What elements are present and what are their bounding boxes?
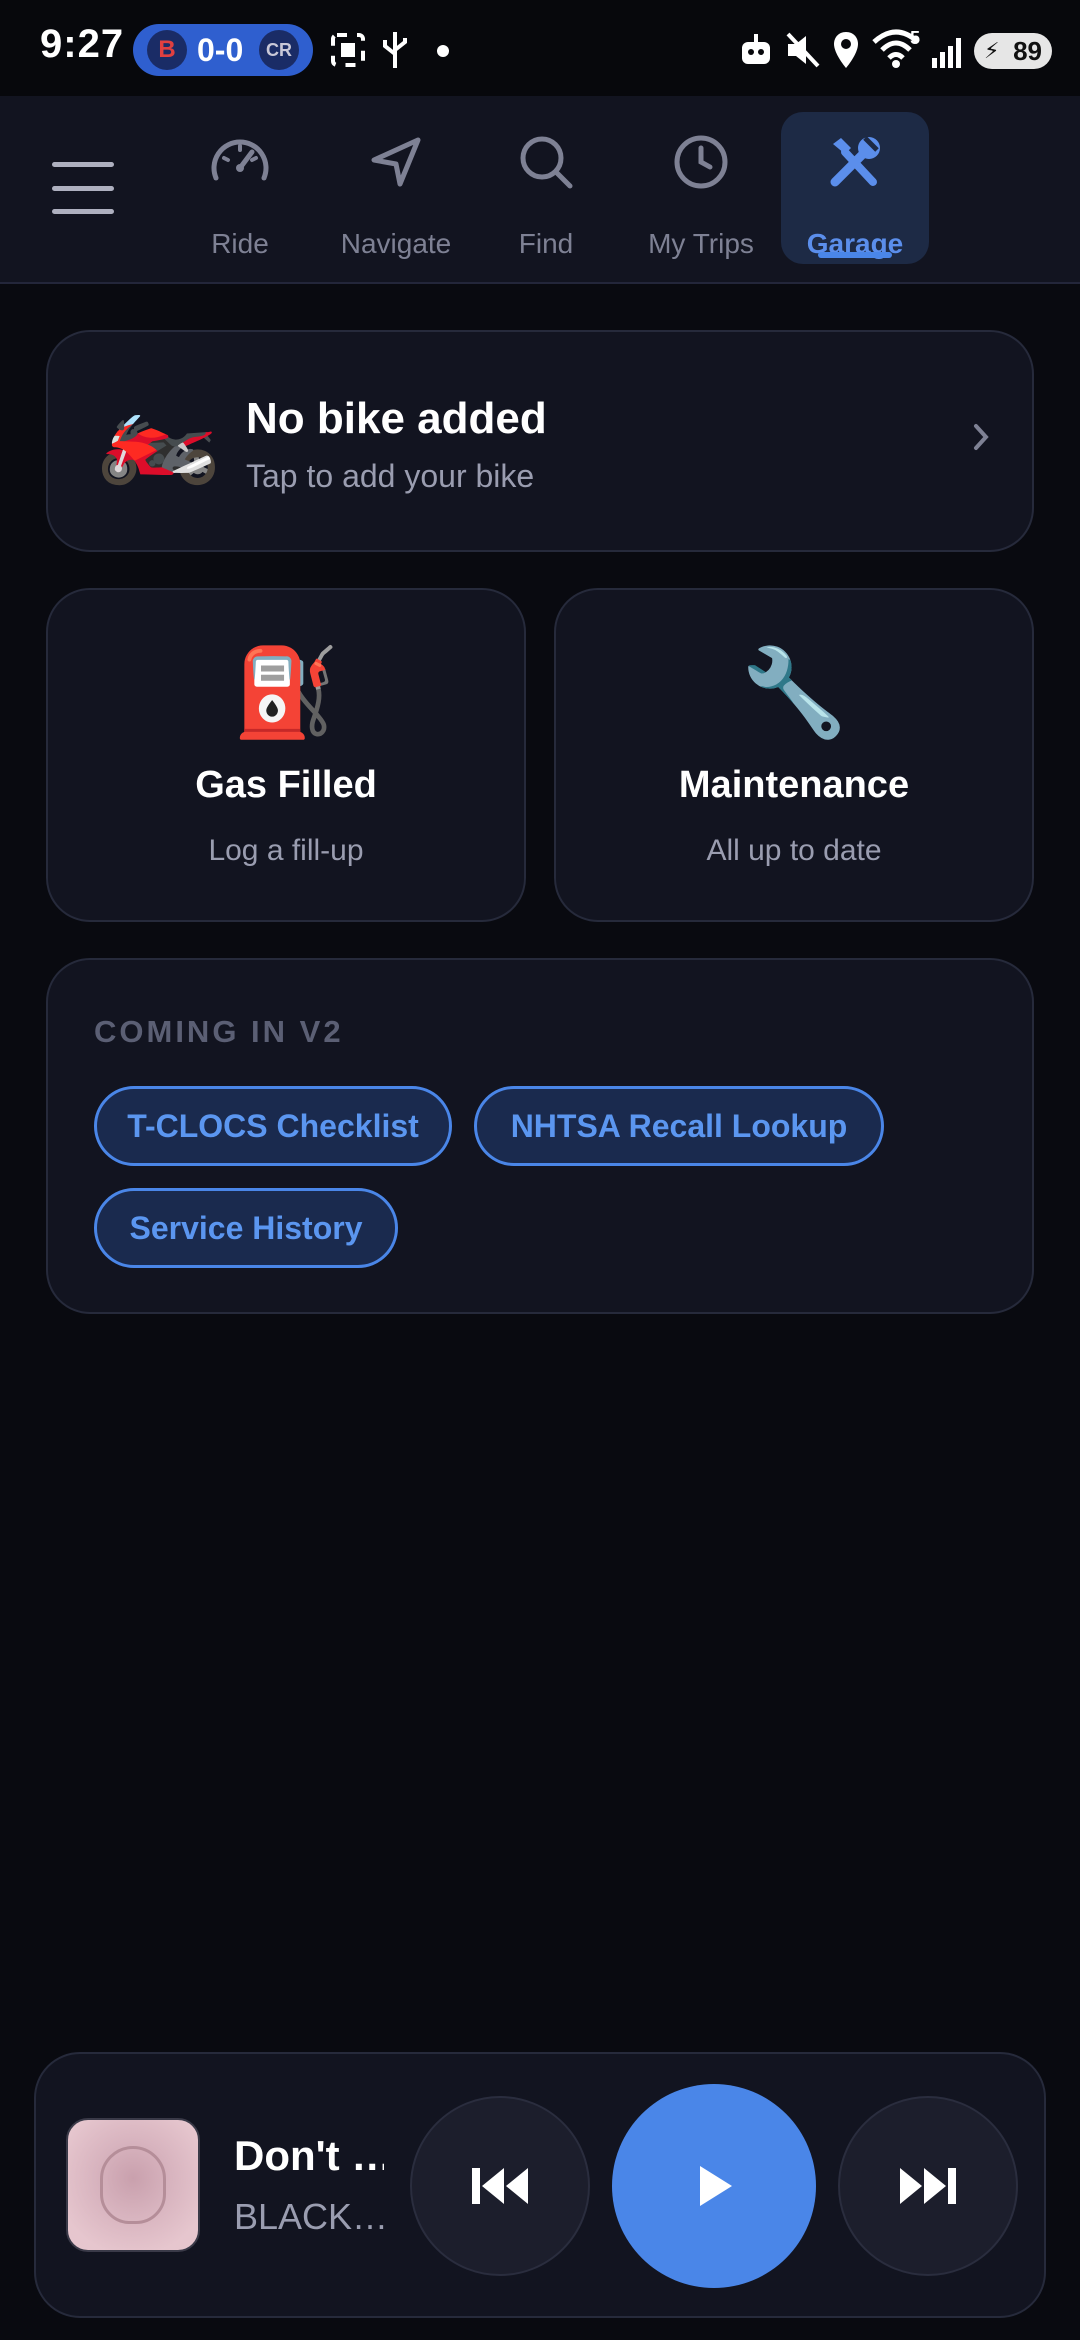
location-icon <box>832 30 860 75</box>
home-team-logo: B <box>147 30 187 70</box>
robot-icon <box>738 32 774 73</box>
gas-card-title: Gas Filled <box>195 764 377 806</box>
tab-navigate-label: Navigate <box>340 228 452 259</box>
play-icon <box>700 2166 732 2206</box>
clock-icon <box>673 134 729 195</box>
tab-navigate[interactable]: Navigate <box>326 112 466 264</box>
song-artist: BLACK… <box>234 2196 384 2237</box>
speedometer-icon <box>210 134 270 191</box>
tab-find[interactable]: Find <box>490 112 602 264</box>
play-button[interactable] <box>612 2084 816 2288</box>
chip-service-history[interactable]: Service History <box>94 1188 398 1268</box>
song-title[interactable]: Don't … <box>234 2132 384 2180</box>
coming-soon-card: COMING IN V2 T-CLOCS Checklist NHTSA Rec… <box>46 958 1034 1314</box>
tab-ride[interactable]: Ride <box>180 112 300 264</box>
live-score: 0-0 <box>197 32 244 68</box>
status-time: 9:27 <box>40 22 125 66</box>
wrench-icon: 🔧 <box>740 645 848 741</box>
tab-my-trips[interactable]: My Trips <box>636 112 766 264</box>
album-art[interactable] <box>66 2118 200 2252</box>
battery-level: 89 <box>1013 36 1042 66</box>
bike-card-title: No bike added <box>246 394 547 443</box>
wifi-badge: 5 <box>910 28 921 48</box>
maintenance-card[interactable]: 🔧 Maintenance All up to date <box>554 588 1034 922</box>
navigation-arrow-icon <box>368 134 424 195</box>
gas-filled-card[interactable]: ⛽ Gas Filled Log a fill-up <box>46 588 526 922</box>
bike-card-subtitle: Tap to add your bike <box>246 458 535 494</box>
notification-dot-icon <box>436 44 450 63</box>
status-bar: 9:27 B 0-0 CR 5 ⚡ 89 <box>0 0 1080 96</box>
menu-button[interactable] <box>52 162 114 214</box>
vibrate-mute-icon <box>784 30 822 75</box>
previous-track-button[interactable] <box>410 2096 590 2276</box>
media-player: Don't … BLACK… <box>34 2052 1046 2318</box>
next-track-button[interactable] <box>838 2096 1018 2276</box>
fuel-pump-icon: ⛽ <box>232 645 340 741</box>
screenshot-icon <box>330 32 366 73</box>
usb-icon <box>380 30 410 75</box>
coming-soon-heading: COMING IN V2 <box>94 1014 344 1049</box>
live-score-pill[interactable]: B 0-0 CR <box>133 24 313 76</box>
skip-next-icon <box>900 2168 956 2204</box>
active-tab-indicator <box>818 252 892 258</box>
chip-nhtsa-recall-lookup[interactable]: NHTSA Recall Lookup <box>474 1086 884 1166</box>
away-team-logo: CR <box>259 30 299 70</box>
tab-ride-label: Ride <box>211 228 269 259</box>
motorcycle-icon: 🏍️ <box>96 374 221 486</box>
hamburger-icon <box>52 162 114 167</box>
maintenance-card-title: Maintenance <box>678 764 910 806</box>
gas-card-subtitle: Log a fill-up <box>208 834 364 867</box>
tab-find-label: Find <box>518 228 574 259</box>
battery-indicator: ⚡ 89 <box>974 33 1052 69</box>
top-navigation: Ride Navigate Find My Trips Garage <box>0 96 1080 284</box>
tab-my-trips-label: My Trips <box>648 228 754 259</box>
skip-previous-icon <box>472 2168 528 2204</box>
maintenance-card-subtitle: All up to date <box>706 834 882 867</box>
search-icon <box>518 134 574 195</box>
chip-tclocs-checklist[interactable]: T-CLOCS Checklist <box>94 1086 452 1166</box>
tools-icon <box>825 134 885 195</box>
charging-bolt-icon: ⚡ <box>984 38 1000 63</box>
album-art-image <box>100 2146 166 2224</box>
chevron-right-icon <box>972 420 992 459</box>
tab-garage[interactable]: Garage <box>781 112 929 264</box>
cell-signal-icon <box>930 34 966 73</box>
add-bike-card[interactable]: 🏍️ No bike added Tap to add your bike <box>46 330 1034 552</box>
